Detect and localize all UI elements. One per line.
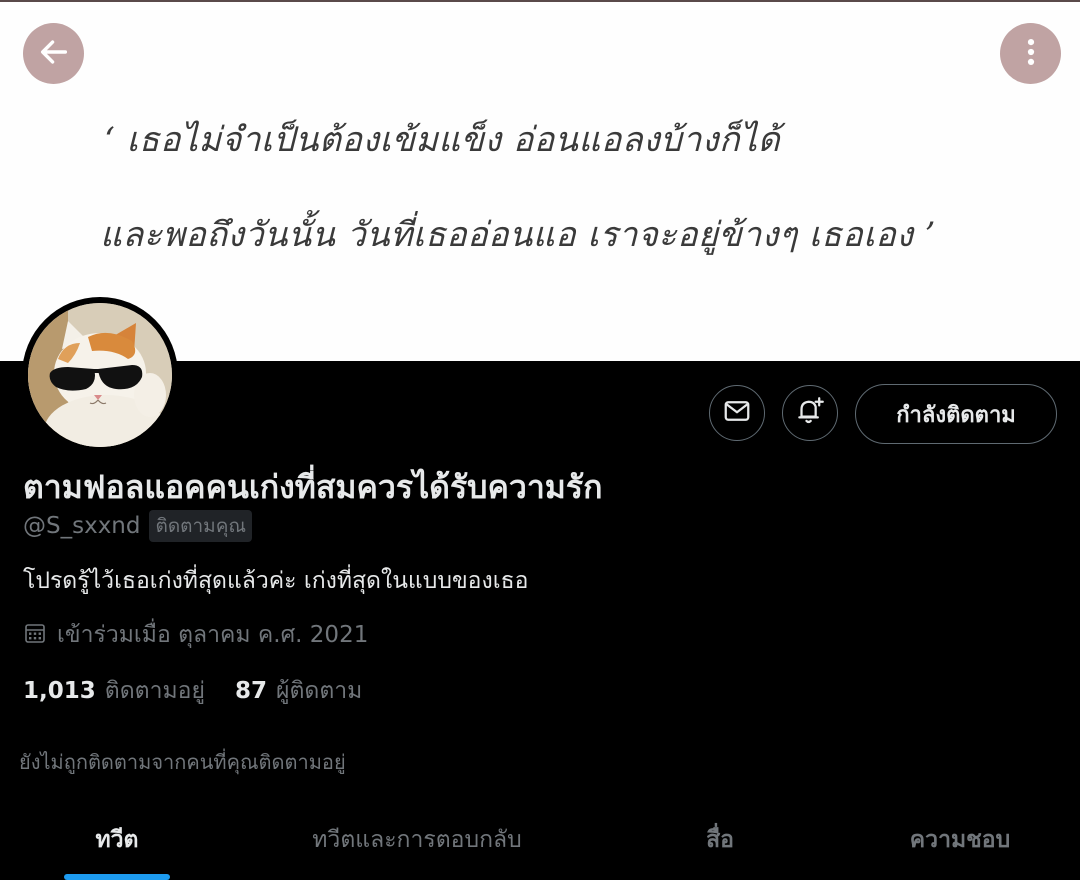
following-button[interactable]: กำลังติดตาม	[855, 384, 1057, 444]
handle-row: @S_sxxnd ติดตามคุณ	[23, 510, 253, 542]
tab-tweets-and-replies[interactable]: ทวีตและการตอบกลับ	[234, 800, 600, 880]
bell-plus-icon	[793, 394, 827, 432]
following-label: ติดตามอยู่	[104, 678, 205, 704]
joined-date-row: เข้าร่วมเมื่อ ตุลาคม ค.ศ. 2021	[23, 617, 368, 653]
profile-bio: โปรดรู้ไว้เธอเก่งที่สุดแล้วค่ะ เก่งที่สุ…	[23, 568, 529, 594]
follows-you-badge: ติดตามคุณ	[149, 510, 253, 542]
following-stat-link[interactable]: 1,013 ติดตามอยู่	[23, 673, 205, 709]
arrow-left-icon	[37, 35, 71, 73]
envelope-icon	[722, 396, 752, 430]
tab-tweets[interactable]: ทวีต	[0, 800, 234, 880]
back-button[interactable]	[23, 23, 84, 84]
followers-count: 87	[234, 678, 267, 704]
profile-tabs: ทวีต ทวีตและการตอบกลับ สื่อ ความชอบ	[0, 800, 1080, 880]
banner-text-line-2: และพอถึงวันนั้น วันที่เธออ่อนแอ เราจะอยู…	[100, 215, 936, 255]
avatar-border[interactable]	[22, 297, 178, 453]
tab-media[interactable]: สื่อ	[600, 800, 840, 880]
display-name: ตามฟอลแอคคนเก่งที่สมควรได้รับความรัก	[23, 468, 603, 506]
profile-banner[interactable]: ‘ เธอไม่จำเป็นต้องเข้มแข็ง อ่อนแอลงบ้างก…	[0, 0, 1080, 361]
mutual-followers-note: ยังไม่ถูกติดตามจากคนที่คุณติดตามอยู่	[19, 750, 346, 774]
calendar-icon	[23, 621, 47, 649]
banner-text-line-1: ‘ เธอไม่จำเป็นต้องเข้มแข็ง อ่อนแอลงบ้างก…	[104, 120, 781, 160]
followers-label: ผู้ติดตาม	[275, 678, 363, 704]
joined-date: เข้าร่วมเมื่อ ตุลาคม ค.ศ. 2021	[57, 622, 369, 648]
message-button[interactable]	[709, 385, 765, 441]
user-handle: @S_sxxnd	[23, 513, 141, 539]
more-options-button[interactable]	[1000, 23, 1061, 84]
notifications-button[interactable]	[782, 385, 838, 441]
follow-stats: 1,013 ติดตามอยู่ 87 ผู้ติดตาม	[23, 673, 362, 709]
tab-likes[interactable]: ความชอบ	[840, 800, 1080, 880]
avatar[interactable]	[28, 303, 172, 447]
followers-stat-link[interactable]: 87 ผู้ติดตาม	[235, 673, 362, 709]
following-count: 1,013	[23, 678, 96, 704]
active-tab-indicator	[64, 874, 170, 880]
vertical-ellipsis-icon	[1014, 35, 1048, 73]
cat-with-sunglasses-image	[28, 303, 172, 447]
